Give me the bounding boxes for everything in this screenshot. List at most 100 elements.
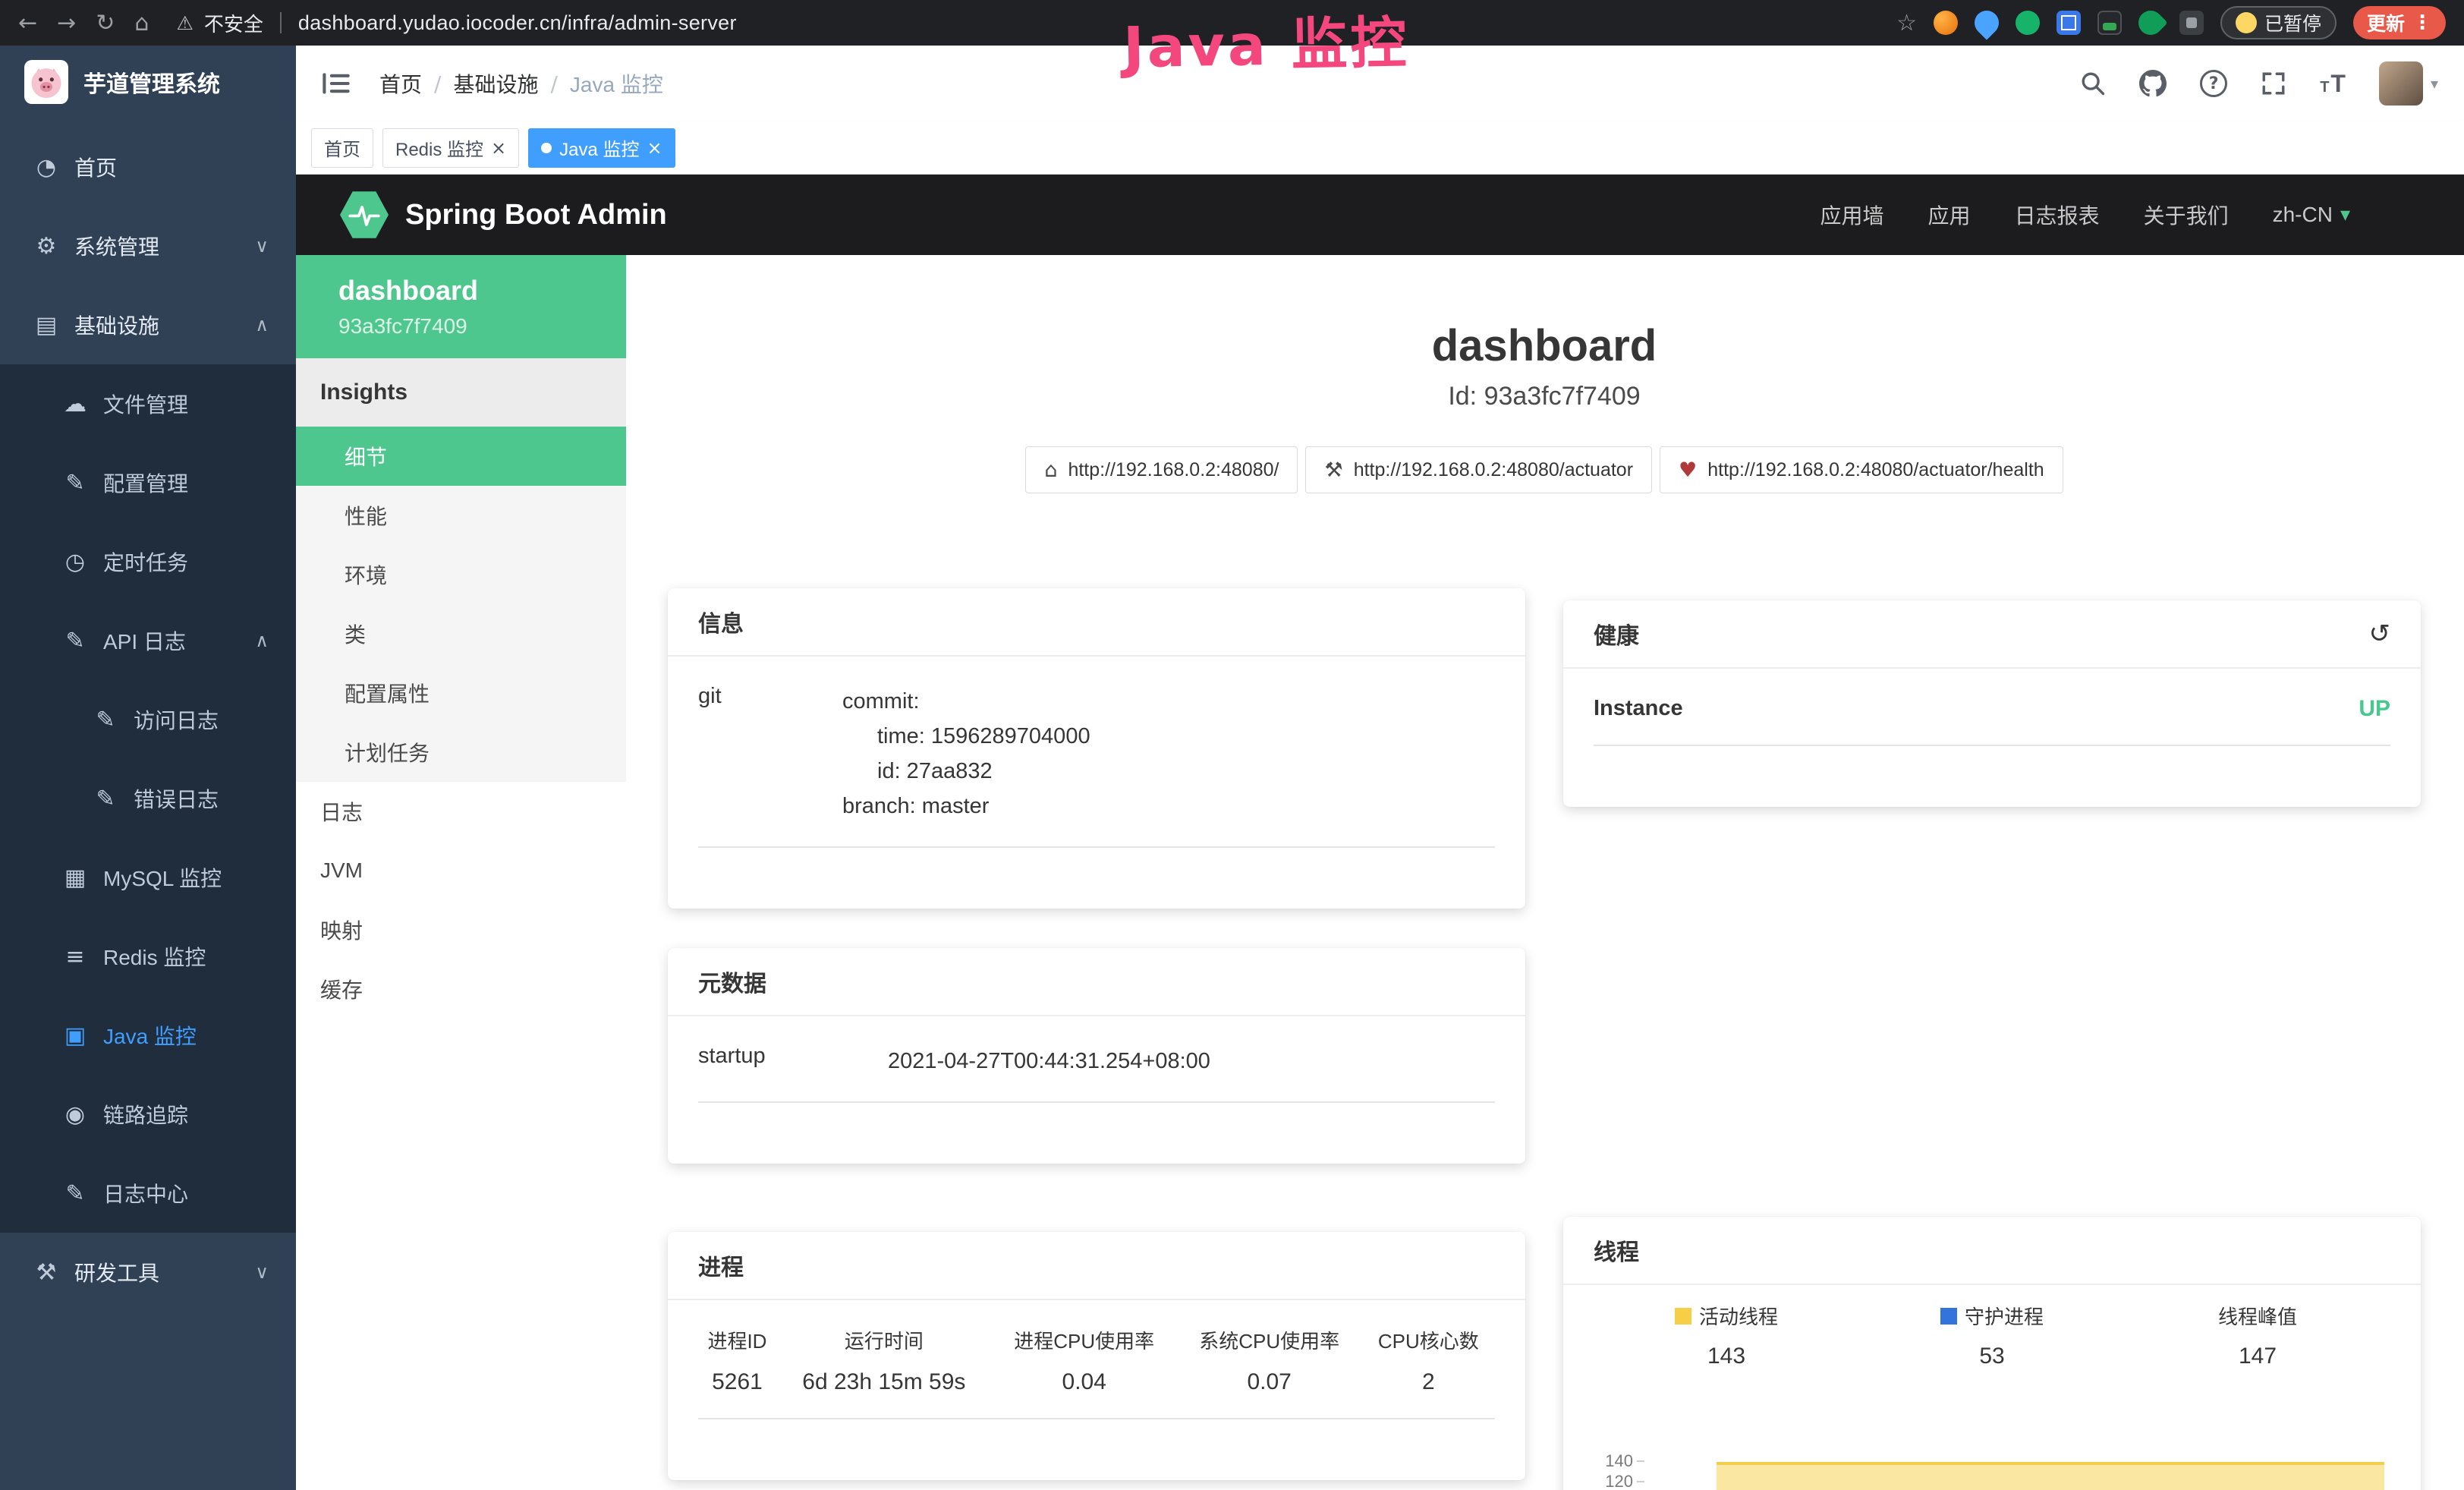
tag-label: 首页: [324, 134, 360, 161]
sba-menu-config-props[interactable]: 配置属性: [296, 663, 626, 723]
tag-home[interactable]: 首页: [311, 128, 373, 168]
sidebar-item-infrastructure[interactable]: ▤ 基础设施 ∧: [0, 285, 296, 364]
metadata-value: 2021-04-27T00:44:31.254+08:00: [888, 1044, 1210, 1079]
sidebar-item-redis-monitor[interactable]: ≡ Redis 监控: [0, 917, 296, 996]
sidebar-item-log-center[interactable]: ✎ 日志中心: [0, 1154, 296, 1233]
sidebar-toggle-icon[interactable]: [322, 71, 351, 96]
address-bar[interactable]: ⚠ 不安全 dashboard.yudao.iocoder.cn/infra/a…: [176, 9, 736, 37]
sidebar-item-access-logs[interactable]: ✎ 访问日志: [0, 680, 296, 759]
active-dot: [541, 143, 552, 153]
heart-icon: ♥: [1679, 458, 1697, 482]
help-icon[interactable]: ?: [2200, 70, 2227, 97]
user-avatar[interactable]: ▾: [2379, 61, 2438, 106]
info-key: git: [698, 684, 842, 824]
bookmark-star-icon[interactable]: ☆: [1896, 10, 1917, 36]
health-status-badge: UP: [2359, 696, 2390, 722]
github-icon[interactable]: [2139, 70, 2167, 97]
sba-menu-caches[interactable]: 缓存: [296, 959, 626, 1019]
extension-icon[interactable]: [2133, 5, 2167, 39]
process-card: 进程 进程ID 运行时间 进程CPU使用率: [668, 1232, 1525, 1480]
breadcrumb-infrastructure[interactable]: 基础设施: [453, 68, 538, 99]
sba-nav-journal[interactable]: 日志报表: [2015, 200, 2100, 230]
spring-boot-admin-frame: Spring Boot Admin 应用墙 应用 日志报表 关于我们 zh-CN…: [296, 175, 2464, 1490]
tag-java-monitor[interactable]: Java 监控 ×: [528, 128, 675, 168]
card-title: 元数据: [698, 965, 766, 998]
system-cpu: 0.07: [1177, 1357, 1362, 1419]
extension-icon[interactable]: [1969, 5, 2003, 39]
sidebar-item-trace[interactable]: ◉ 链路追踪: [0, 1075, 296, 1154]
yellow-legend-swatch: [1675, 1308, 1691, 1325]
sidebar-item-file-management[interactable]: ☁ 文件管理: [0, 364, 296, 443]
sba-menu-jvm[interactable]: JVM: [296, 841, 626, 900]
sba-menu-metrics[interactable]: 性能: [296, 486, 626, 545]
brand[interactable]: 芋道管理系统: [0, 46, 296, 118]
fullscreen-icon[interactable]: [2261, 71, 2286, 96]
admin-sidebar: 芋道管理系统 ◔ 首页 ⚙ 系统管理 ∨ ▤ 基础设施 ∧ ☁ 文件管理 ✎: [0, 46, 296, 1490]
info-value: commit: time: 1596289704000 id: 27aa832 …: [842, 684, 1090, 824]
sba-menu-details[interactable]: 细节: [296, 427, 626, 486]
close-icon[interactable]: ×: [491, 139, 506, 157]
sidebar-item-java-monitor[interactable]: ▣ Java 监控: [0, 996, 296, 1075]
forward-icon[interactable]: →: [57, 10, 76, 36]
extension-icon[interactable]: [2179, 11, 2204, 35]
extension-icon[interactable]: [2056, 11, 2081, 35]
extension-icon[interactable]: [2097, 11, 2122, 35]
card-title: 线程: [1594, 1233, 1639, 1267]
extensions-row: ☆ 已暂停 更新 ⋮: [1896, 6, 2446, 39]
sidebar-item-mysql-monitor[interactable]: ▦ MySQL 监控: [0, 838, 296, 917]
git-time-line: time: 1596289704000: [842, 719, 1090, 754]
history-icon[interactable]: ↺: [2369, 619, 2391, 649]
sidebar-item-devtools[interactable]: ⚒ 研发工具 ∨: [0, 1233, 296, 1312]
sba-menu-classes[interactable]: 类: [296, 604, 626, 663]
sidebar-item-api-logs[interactable]: ✎ API 日志 ∧: [0, 601, 296, 680]
instance-link-actuator[interactable]: ⚒ http://192.168.0.2:48080/actuator: [1305, 446, 1652, 493]
update-button[interactable]: 更新 ⋮: [2353, 6, 2446, 39]
sba-menu-scheduled-tasks[interactable]: 计划任务: [296, 723, 626, 782]
search-icon[interactable]: [2080, 71, 2106, 96]
sidebar-item-scheduled-tasks[interactable]: ◷ 定时任务: [0, 522, 296, 601]
sba-menu-mappings[interactable]: 映射: [296, 900, 626, 959]
home-icon[interactable]: ⌂: [134, 10, 149, 36]
sidebar-item-label: Redis 监控: [103, 941, 206, 972]
infrastructure-icon: ▤: [30, 312, 62, 339]
sba-instance-header[interactable]: dashboard 93a3fc7f7409: [296, 255, 626, 358]
sba-menu-insights-section[interactable]: Insights: [296, 358, 626, 427]
legend-value: 53: [1859, 1344, 2125, 1369]
sidebar-item-error-logs[interactable]: ✎ 错误日志: [0, 759, 296, 838]
metadata-row-startup: startup 2021-04-27T00:44:31.254+08:00: [698, 1016, 1495, 1103]
legend-daemon-threads: 守护进程 53: [1859, 1302, 2125, 1369]
sba-menu-logs[interactable]: 日志: [296, 782, 626, 841]
card-title: 进程: [698, 1249, 744, 1282]
sidebar-item-config-management[interactable]: ✎ 配置管理: [0, 443, 296, 522]
reload-icon[interactable]: ↻: [96, 10, 115, 36]
back-icon[interactable]: ←: [18, 10, 37, 36]
sidebar-item-label: API 日志: [103, 625, 186, 656]
process-col-header: CPU核心数: [1362, 1318, 1495, 1357]
sidebar-item-system[interactable]: ⚙ 系统管理 ∨: [0, 206, 296, 285]
process-col-header: 进程CPU使用率: [992, 1318, 1177, 1357]
sba-nav-about[interactable]: 关于我们: [2144, 200, 2229, 230]
sidebar-item-label: 链路追踪: [103, 1099, 188, 1129]
extension-icon[interactable]: [1934, 11, 1958, 35]
threads-chart: 140 120 100: [1594, 1454, 2390, 1490]
sidebar-item-home[interactable]: ◔ 首页: [0, 128, 296, 206]
sba-menu-environment[interactable]: 环境: [296, 545, 626, 604]
legend-peak-threads: 线程峰值 147: [2125, 1302, 2390, 1369]
git-branch-line: branch: master: [842, 789, 1090, 824]
paused-badge[interactable]: 已暂停: [2220, 6, 2337, 39]
close-icon[interactable]: ×: [647, 139, 662, 157]
update-label: 更新: [2367, 9, 2405, 36]
sba-language-select[interactable]: zh-CN ▾: [2273, 203, 2350, 227]
legend-value: 147: [2125, 1344, 2390, 1369]
instance-link-home[interactable]: ⌂ http://192.168.0.2:48080/: [1025, 446, 1298, 493]
edit-icon: ✎: [59, 1180, 91, 1207]
sba-nav-wallboard[interactable]: 应用墙: [1820, 200, 1884, 230]
grid-icon: ▦: [59, 865, 91, 891]
extension-icon[interactable]: [2016, 11, 2040, 35]
font-size-icon[interactable]: TT: [2320, 70, 2346, 98]
breadcrumb-home[interactable]: 首页: [379, 68, 422, 99]
instance-link-health[interactable]: ♥ http://192.168.0.2:48080/actuator/heal…: [1660, 446, 2063, 493]
sba-nav-applications[interactable]: 应用: [1928, 200, 1971, 230]
tag-redis-monitor[interactable]: Redis 监控 ×: [382, 128, 519, 168]
process-col-header: 系统CPU使用率: [1177, 1318, 1362, 1357]
